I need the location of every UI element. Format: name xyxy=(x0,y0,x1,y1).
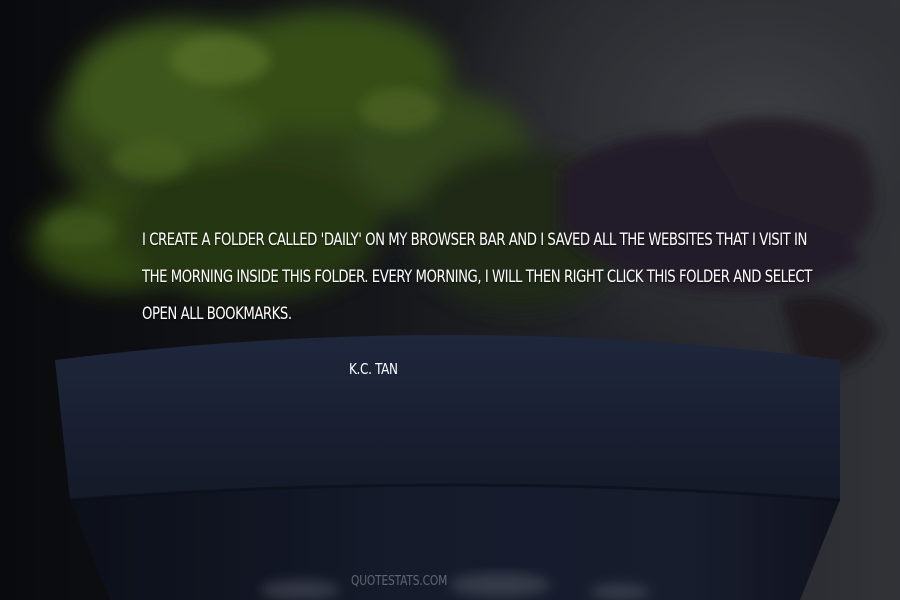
site-watermark: QUOTESTATS.COM xyxy=(351,574,448,589)
quote-text: I create a folder called 'Daily' on my b… xyxy=(142,222,812,333)
quote-line: the morning inside this folder. Every mo… xyxy=(142,267,812,287)
quote-line: Open All Bookmarks. xyxy=(142,304,292,324)
quote-author: K.C. Tan xyxy=(349,360,398,378)
quote-image: I create a folder called 'Daily' on my b… xyxy=(0,0,900,600)
quote-line: I create a folder called 'Daily' on my b… xyxy=(142,230,807,250)
